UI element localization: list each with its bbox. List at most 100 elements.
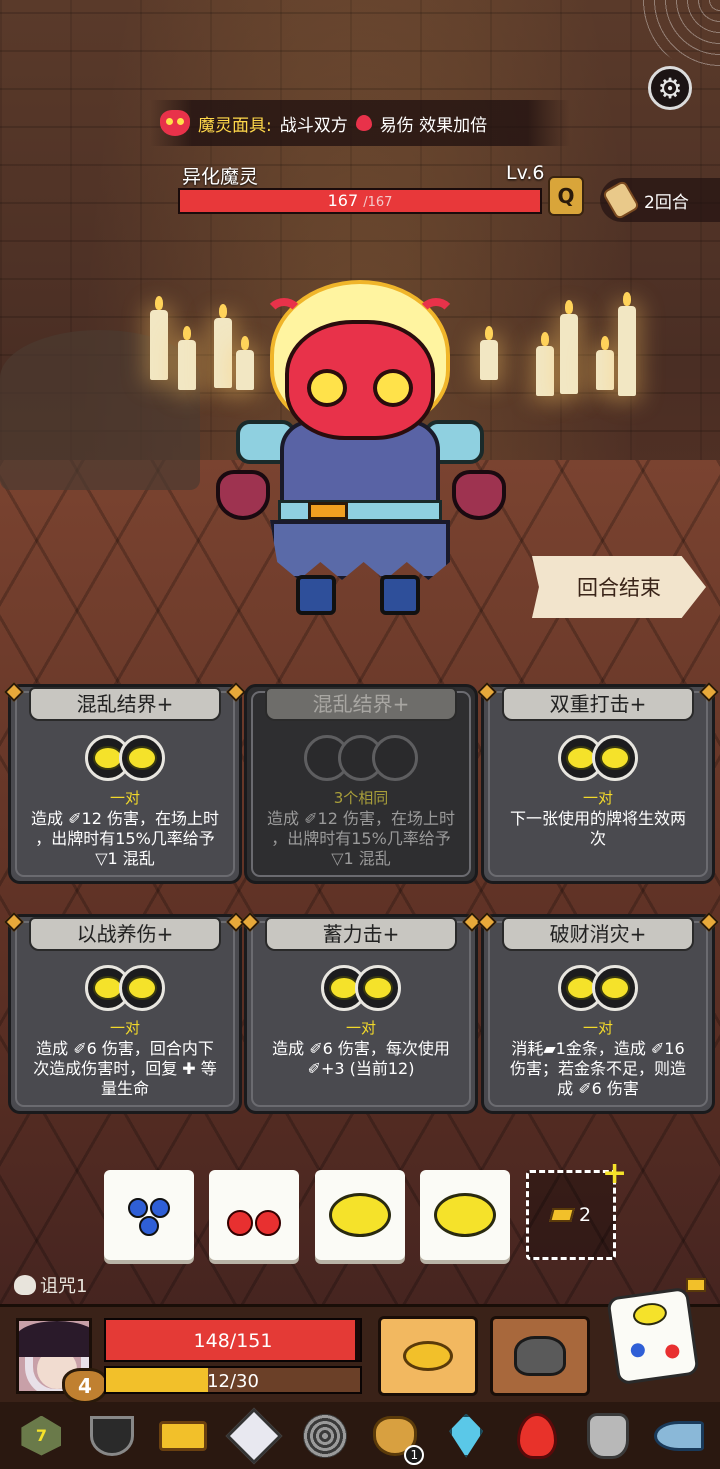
candle xyxy=(560,300,578,394)
lemon-icon xyxy=(363,976,393,1000)
mask-effect-targets: 战斗双方 xyxy=(279,115,348,136)
card-dice-requirement xyxy=(11,965,239,1011)
die-cherry[interactable] xyxy=(209,1170,299,1260)
card-description: 造成 ✐12 伤害，在场上时 ，出牌时有15%几率给予 ▽1 混乱 xyxy=(19,809,231,869)
die-lemon[interactable] xyxy=(420,1170,510,1260)
dice-slot xyxy=(592,965,638,1011)
relic-gold-bag[interactable]: 1 xyxy=(368,1409,425,1465)
dice-slot xyxy=(119,965,165,1011)
card-desc-line: 造成 ✐12 伤害，在场上时 xyxy=(267,809,455,828)
treasure-chest-icon xyxy=(158,1420,207,1451)
ice-gem-icon xyxy=(449,1413,484,1458)
skill-card[interactable]: 双重打击+ 一对 下一张使用的牌将生效两次 xyxy=(477,682,719,884)
skill-card[interactable]: 以战养伤+ 一对 造成 ✐6 伤害，回合内下 次造成伤害时，回复 ✚ 等量生命 xyxy=(4,912,246,1114)
cauldron-button[interactable] xyxy=(490,1316,590,1396)
mask-effect-banner: 魔灵面具: 战斗双方 易伤 效果加倍 xyxy=(150,100,570,146)
right-horn xyxy=(416,298,456,338)
card-requirement-label: 3个相同 xyxy=(333,789,389,807)
relic-gem[interactable] xyxy=(439,1409,493,1463)
left-leg xyxy=(296,575,336,615)
enemy-hp-current: 167 xyxy=(327,191,359,210)
relic-horn[interactable] xyxy=(652,1409,706,1463)
die-lemon[interactable] xyxy=(315,1170,405,1260)
card-description: 造成 ✐12 伤害，在场上时 ，出牌时有15%几率给予 ▽1 混乱 xyxy=(255,809,467,869)
enemy-inspect-button[interactable]: Q xyxy=(548,176,584,216)
skill-card[interactable]: 蓄力击+ 一对 造成 ✐6 伤害，每次使用 ✐+3 (当前12) xyxy=(240,912,482,1114)
card-requirement-label: 一对 xyxy=(345,1019,376,1037)
mask-label: 魔灵面具: xyxy=(198,115,272,136)
cherry-icon xyxy=(227,1210,253,1236)
relic-spiral[interactable] xyxy=(298,1409,352,1463)
card-desc-line: 成 ✐6 伤害 xyxy=(557,1079,639,1098)
gold-coins-button[interactable] xyxy=(378,1316,478,1396)
dice-slot xyxy=(592,735,638,781)
relic-shield[interactable] xyxy=(581,1409,635,1463)
relic-badge: 1 xyxy=(404,1444,425,1465)
candle xyxy=(178,326,196,390)
settings-gear-icon[interactable]: ⚙ xyxy=(648,66,692,110)
dice-slot xyxy=(355,965,401,1011)
end-turn-button[interactable]: 回合结束 xyxy=(532,556,706,618)
lemon-icon xyxy=(127,976,157,1000)
skill-card[interactable]: 混乱结界+ 3个相同造成 ✐12 伤害，在场上时 ，出牌时有15%几率给予 ▽1 混乱 xyxy=(244,684,478,884)
card-desc-line: 造成 ✐6 伤害，每次使用 xyxy=(272,1039,450,1058)
gold-bar-icon xyxy=(686,1278,706,1292)
card-desc-line: 伤害；若金条不足，则造 xyxy=(509,1059,686,1078)
relic-chest[interactable] xyxy=(156,1409,210,1463)
curse-status[interactable]: 诅咒1 xyxy=(14,1272,87,1298)
blueberry-icon xyxy=(150,1198,170,1218)
card-description: 造成 ✐6 伤害，每次使用 ✐+3 (当前12) xyxy=(255,1039,467,1079)
right-eye xyxy=(373,369,413,407)
skill-card[interactable]: 破财消灾+ 一对 消耗▰1金条，造成 ✐16 伤害；若金条不足，则造成 ✐6 伤害 xyxy=(477,912,719,1114)
card-desc-line: ✐+3 (当前12) xyxy=(307,1059,415,1078)
horn-icon xyxy=(653,1420,704,1451)
lemon-icon xyxy=(329,1193,391,1237)
card-title: 混乱结界+ xyxy=(29,687,221,721)
player-hp-text: 148/151 xyxy=(193,1330,273,1352)
cherry-icon xyxy=(255,1210,281,1236)
card-dice-requirement xyxy=(11,735,239,781)
card-title: 混乱结界+ xyxy=(265,687,457,721)
card-requirement-label: 一对 xyxy=(109,1019,140,1037)
player-xp-text: 12/30 xyxy=(207,1371,259,1392)
monster-belt xyxy=(278,500,442,522)
card-desc-line: ▽1 混乱 xyxy=(331,849,391,868)
left-claw xyxy=(216,470,270,520)
cube-icon xyxy=(225,1407,283,1464)
relic-cube[interactable] xyxy=(225,1407,283,1464)
magnifier-icon: Q xyxy=(557,184,575,208)
card-desc-line: 次 xyxy=(589,829,606,848)
card-title: 双重打击+ xyxy=(502,687,694,721)
lemon-icon xyxy=(127,746,157,770)
enemy-hp-text: 167 /167 xyxy=(180,191,540,210)
card-dice-requirement xyxy=(247,735,475,781)
relic-fire[interactable] xyxy=(510,1409,564,1463)
relic-d20[interactable]: 7 xyxy=(14,1409,68,1463)
d20-icon: 7 xyxy=(21,1415,62,1456)
scroll-icon xyxy=(601,179,641,221)
stone-altar xyxy=(0,330,200,490)
card-desc-line: ，出牌时有15%几率给予 xyxy=(35,829,215,848)
lemon-icon xyxy=(600,746,630,770)
gold-count: 4 xyxy=(78,1374,92,1398)
add-plus-icon[interactable]: + xyxy=(602,1156,627,1191)
reroll-die-button[interactable] xyxy=(606,1286,700,1386)
die-blueberry[interactable] xyxy=(104,1170,194,1260)
belt-buckle xyxy=(308,502,348,520)
card-title: 破财消灾+ xyxy=(502,917,694,951)
relic-bar: 7 1 xyxy=(0,1402,720,1469)
demon-mask-icon xyxy=(160,110,190,136)
skill-card[interactable]: 混乱结界+ 一对 造成 ✐12 伤害，在场上时 ，出牌时有15%几率给予 ▽1 混乱 xyxy=(4,682,246,884)
cauldron-icon xyxy=(514,1336,566,1376)
relic-collar[interactable] xyxy=(85,1409,139,1463)
enemy-monster[interactable] xyxy=(200,280,520,620)
left-horn xyxy=(264,298,304,338)
enemy-name: 异化魔灵 xyxy=(182,166,259,188)
cherry-icon xyxy=(664,1343,681,1360)
card-desc-line: 量生命 xyxy=(100,1079,149,1098)
monster-skirt xyxy=(270,520,450,580)
card-desc-line: ▽1 混乱 xyxy=(95,849,155,868)
spiral-icon xyxy=(302,1413,347,1458)
blueberry-icon xyxy=(139,1216,159,1236)
coins-icon xyxy=(403,1341,453,1371)
